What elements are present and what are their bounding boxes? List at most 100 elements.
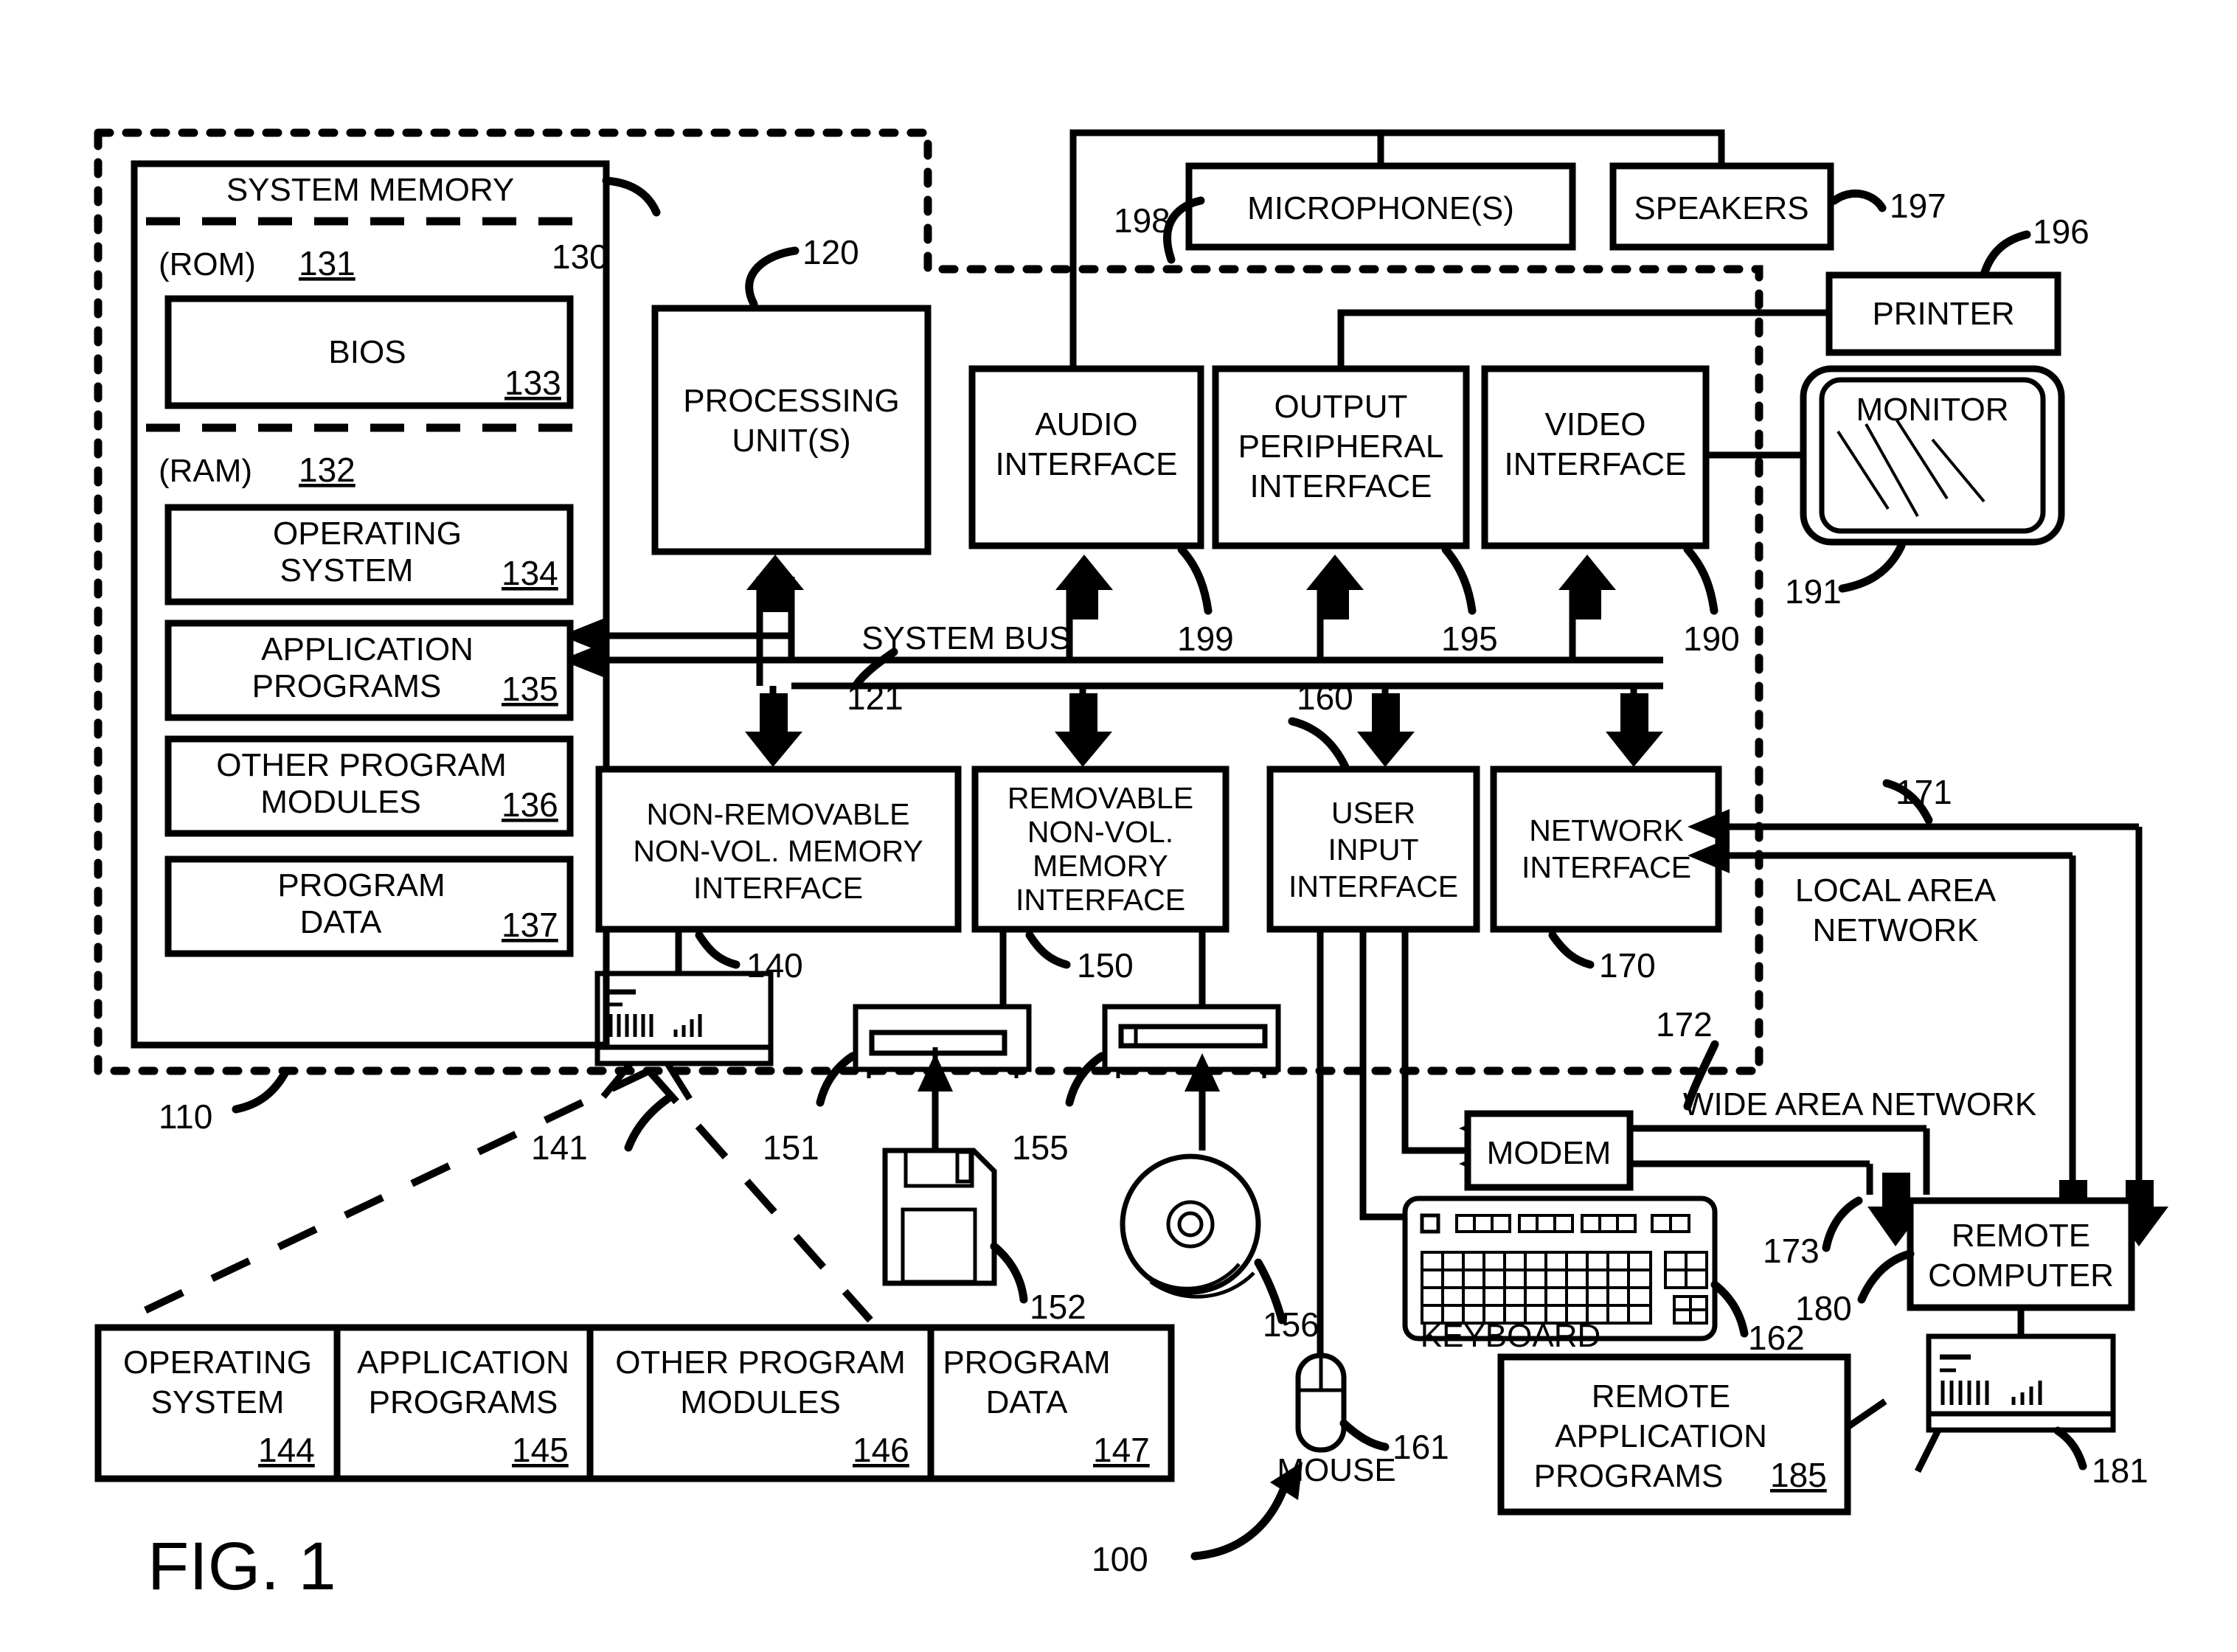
ref-141: 141	[531, 1128, 588, 1167]
ref-190: 190	[1683, 620, 1740, 658]
ref-130: 130	[552, 237, 608, 276]
printer-label: PRINTER	[1872, 296, 2014, 332]
nonremovable-line3: INTERFACE	[693, 871, 863, 905]
system-bus-label: SYSTEM BUS	[861, 620, 1071, 656]
monitor-label: MONITOR	[1856, 392, 2009, 428]
remote-computer-icon	[1914, 1308, 2116, 1474]
ref-121: 121	[847, 678, 904, 717]
floppy-drive-icon	[853, 929, 1032, 1078]
ref-147: 147	[1093, 1431, 1150, 1469]
ref-131: 131	[299, 244, 356, 282]
nonremovable-line2: NON-VOL. MEMORY	[633, 834, 923, 868]
remote-computer-line1: REMOTE	[1952, 1218, 2090, 1254]
ref-195: 195	[1441, 620, 1498, 658]
audio-interface-line1: AUDIO	[1035, 406, 1137, 442]
speakers-label: SPEAKERS	[1634, 190, 1808, 226]
ref-150: 150	[1077, 946, 1134, 985]
ref-100: 100	[1092, 1540, 1148, 1578]
memory-os-line1: OPERATING	[273, 516, 462, 552]
processing-unit-line1: PROCESSING	[683, 383, 899, 419]
removable-line1: REMOVABLE	[1007, 781, 1193, 815]
ref-171: 171	[1896, 773, 1952, 811]
rom-label: (ROM)	[159, 246, 256, 282]
storage-expansion-leader	[138, 1067, 651, 1316]
video-interface-line1: VIDEO	[1545, 406, 1646, 442]
table-app-line2: PROGRAMS	[369, 1384, 558, 1420]
keyboard-label: KEYBOARD	[1421, 1318, 1601, 1354]
ref-140: 140	[746, 946, 803, 985]
ref-191: 191	[1785, 572, 1842, 611]
memory-data-line2: DATA	[300, 904, 382, 940]
table-data-line2: DATA	[986, 1384, 1068, 1420]
user-input-line2: INPUT	[1328, 833, 1419, 867]
ref-145: 145	[512, 1431, 569, 1469]
network-interface-line1: NETWORK	[1529, 813, 1684, 847]
memory-app-line1: APPLICATION	[261, 631, 474, 667]
table-data-line1: PROGRAM	[943, 1344, 1110, 1381]
ref-181: 181	[2092, 1451, 2148, 1490]
mouse-graphic	[1295, 1353, 1347, 1453]
lan-line2: NETWORK	[1813, 912, 1979, 948]
ref-197: 197	[1890, 187, 1946, 225]
system-ref-leader	[1190, 1485, 1288, 1561]
storage-expansion-leader-2	[646, 1068, 873, 1323]
ref-134: 134	[502, 554, 558, 592]
modem-label: MODEM	[1487, 1135, 1612, 1171]
removable-line3: MEMORY	[1033, 849, 1168, 883]
figure-caption: FIG. 1	[148, 1529, 336, 1604]
ref-172: 172	[1656, 1005, 1713, 1044]
table-os-line1: OPERATING	[123, 1344, 312, 1381]
patent-figure-page: SYSTEM MEMORY 130 (ROM) 131 (RAM) 132 BI…	[0, 0, 2237, 1652]
ref-110: 110	[159, 1097, 212, 1136]
network-interface-line2: INTERFACE	[1522, 850, 1691, 884]
remote-apps-line3: PROGRAMS	[1534, 1458, 1724, 1494]
memory-os-line2: SYSTEM	[280, 552, 414, 589]
remote-apps-connector	[1845, 1398, 1887, 1430]
user-input-line3: INTERFACE	[1289, 870, 1458, 903]
ref-180: 180	[1795, 1289, 1852, 1328]
floppy-disk-icon	[882, 1053, 997, 1286]
table-other-line1: OTHER PROGRAM	[615, 1344, 906, 1381]
ref-156: 156	[1263, 1305, 1319, 1344]
microphone-label: MICROPHONE(S)	[1247, 190, 1514, 226]
ref-173: 173	[1763, 1232, 1820, 1270]
ref-136: 136	[502, 785, 558, 824]
user-input-line1: USER	[1331, 796, 1415, 830]
output-peripheral-line2: PERIPHERAL	[1238, 428, 1444, 465]
ref-132: 132	[299, 451, 356, 489]
ref-196: 196	[2033, 212, 2089, 251]
bios-label: BIOS	[328, 334, 406, 370]
ref-155: 155	[1012, 1128, 1069, 1167]
remote-apps-line2: APPLICATION	[1555, 1418, 1767, 1454]
ref-185: 185	[1770, 1456, 1827, 1494]
ref-170: 170	[1599, 946, 1656, 985]
ram-label: (RAM)	[159, 453, 252, 489]
ref-133: 133	[504, 364, 561, 402]
removable-line2: NON-VOL.	[1027, 815, 1173, 849]
audio-interface-line2: INTERFACE	[996, 446, 1178, 482]
remote-apps-line1: REMOTE	[1592, 1378, 1730, 1415]
ref-198: 198	[1114, 201, 1170, 240]
memory-other-line2: MODULES	[260, 784, 421, 820]
ref-152: 152	[1030, 1288, 1086, 1326]
ref-137: 137	[502, 906, 558, 944]
optical-disc-icon	[1120, 1053, 1261, 1299]
audio-peripheral-wiring	[1069, 129, 1834, 369]
ref-135: 135	[502, 670, 558, 708]
network-interface-box	[1490, 766, 1722, 933]
table-other-line2: MODULES	[680, 1384, 841, 1420]
processing-unit-line2: UNIT(S)	[732, 423, 850, 459]
mouse-label: MOUSE	[1277, 1452, 1395, 1488]
system-bus-wiring	[561, 555, 1663, 767]
output-peripheral-line1: OUTPUT	[1274, 389, 1408, 425]
output-peripheral-line3: INTERFACE	[1250, 468, 1432, 504]
nonremovable-line1: NON-REMOVABLE	[647, 797, 910, 831]
ref-199: 199	[1177, 620, 1234, 658]
ref-146: 146	[853, 1431, 909, 1469]
table-os-line2: SYSTEM	[151, 1384, 285, 1420]
lan-line1: LOCAL AREA	[1795, 872, 1997, 909]
ref-160: 160	[1297, 678, 1353, 717]
memory-data-line1: PROGRAM	[277, 867, 445, 903]
table-app-line1: APPLICATION	[357, 1344, 569, 1381]
ref-161: 161	[1393, 1428, 1449, 1466]
